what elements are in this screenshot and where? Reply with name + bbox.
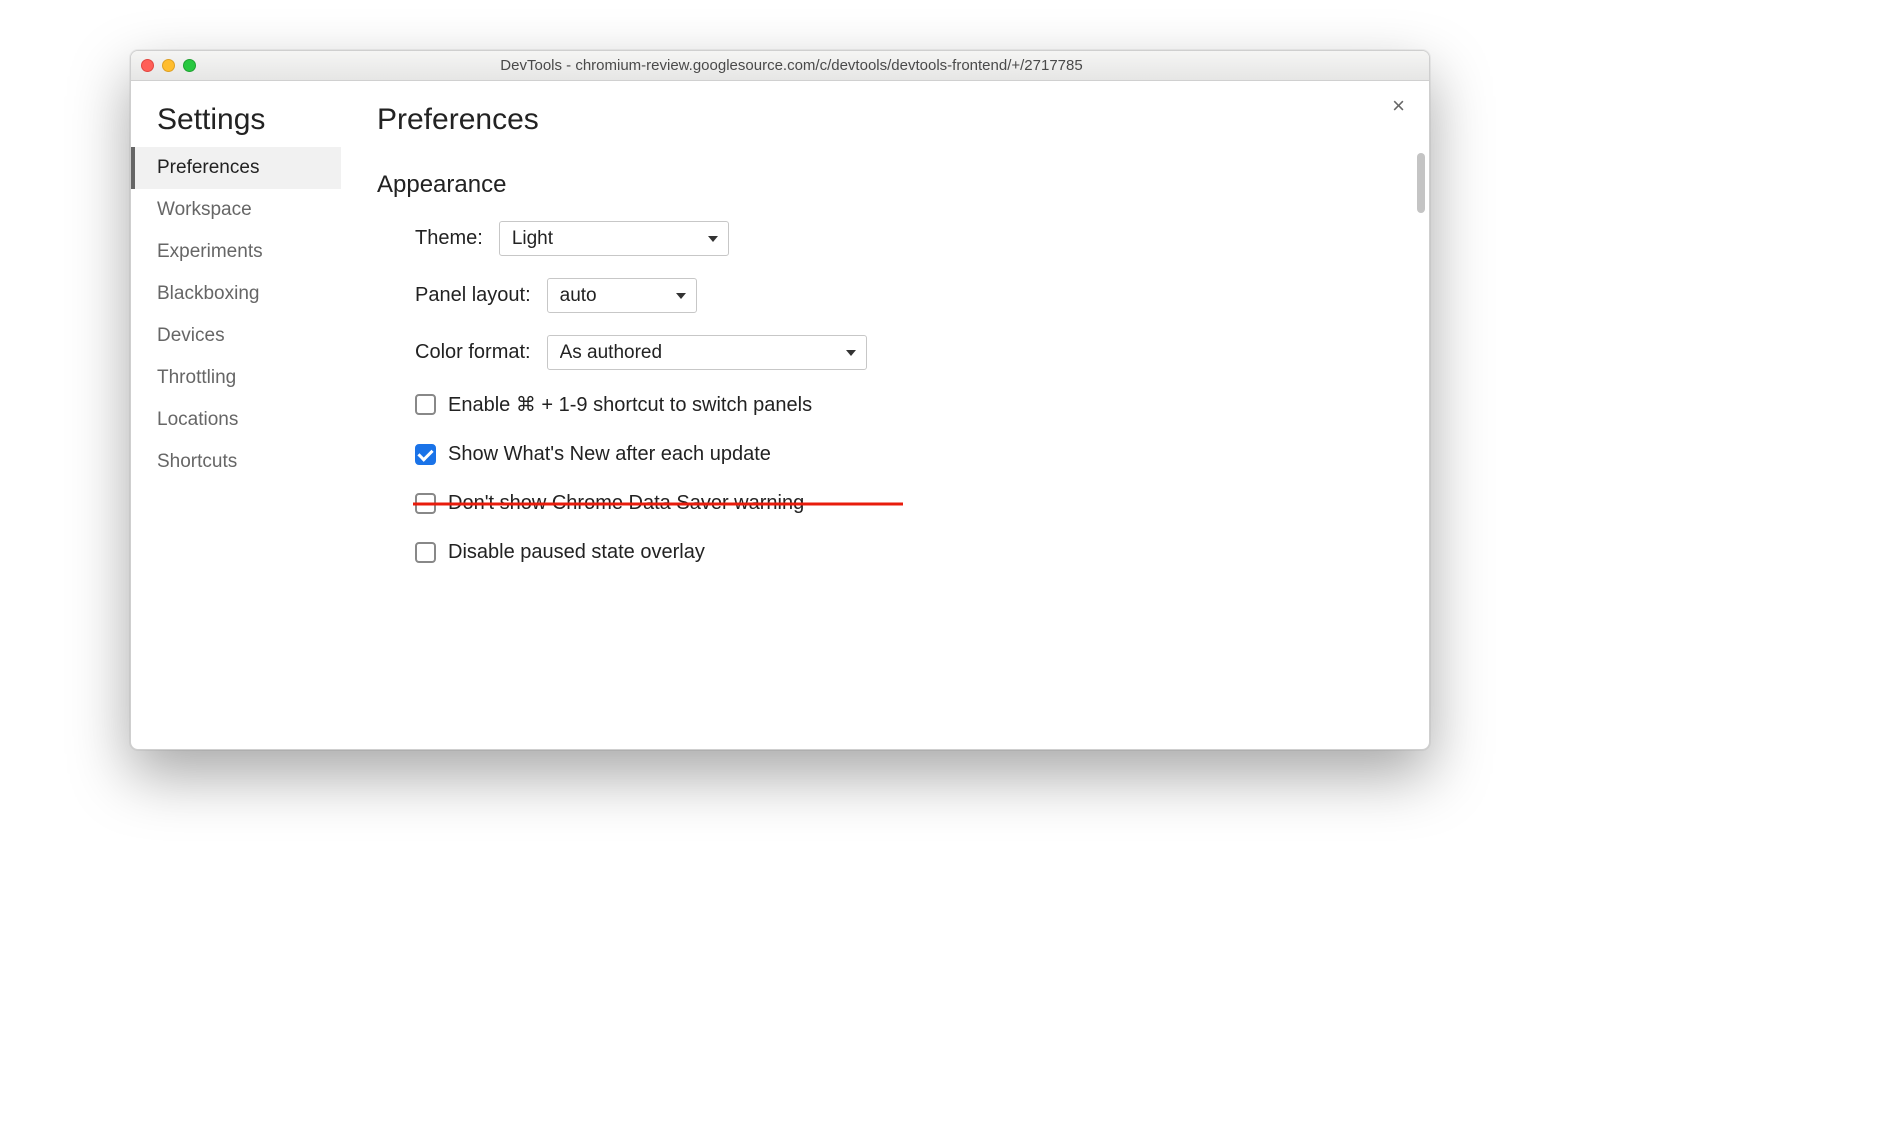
preferences-panel: Preferences Appearance Theme: Light Pane…: [341, 81, 1429, 749]
checkbox-whats-new[interactable]: Show What's New after each update: [415, 443, 1389, 466]
app-window: DevTools - chromium-review.googlesource.…: [130, 50, 1430, 750]
checkbox-data-saver[interactable]: Don't show Chrome Data Saver warning: [415, 492, 1389, 515]
theme-label: Theme:: [415, 227, 483, 250]
content: × Settings Preferences Workspace Experim…: [131, 81, 1429, 749]
checkbox-icon[interactable]: [415, 394, 436, 415]
checkbox-enable-shortcut[interactable]: Enable ⌘ + 1-9 shortcut to switch panels: [415, 392, 1389, 417]
zoom-window-icon[interactable]: [183, 59, 196, 72]
window-controls: [141, 59, 196, 72]
sidebar-heading: Settings: [135, 103, 341, 147]
scrollbar[interactable]: [1417, 153, 1425, 213]
sidebar-item-locations[interactable]: Locations: [131, 399, 341, 441]
checkbox-label: Disable paused state overlay: [448, 541, 705, 564]
sidebar-item-preferences[interactable]: Preferences: [131, 147, 341, 189]
color-format-row: Color format: As authored: [415, 335, 1389, 370]
sidebar-item-experiments[interactable]: Experiments: [131, 231, 341, 273]
sidebar-item-blackboxing[interactable]: Blackboxing: [131, 273, 341, 315]
checkbox-label: Show What's New after each update: [448, 443, 771, 466]
sidebar-item-throttling[interactable]: Throttling: [131, 357, 341, 399]
close-window-icon[interactable]: [141, 59, 154, 72]
minimize-window-icon[interactable]: [162, 59, 175, 72]
panel-layout-label: Panel layout:: [415, 284, 531, 307]
checkbox-label: Enable ⌘ + 1-9 shortcut to switch panels: [448, 392, 812, 417]
section-appearance-title: Appearance: [377, 171, 1389, 199]
panel-layout-row: Panel layout: auto: [415, 278, 1389, 313]
color-format-select[interactable]: As authored: [547, 335, 867, 370]
settings-sidebar: Settings Preferences Workspace Experimen…: [131, 81, 341, 749]
sidebar-item-devices[interactable]: Devices: [131, 315, 341, 357]
checkbox-icon[interactable]: [415, 444, 436, 465]
panel-layout-select[interactable]: auto: [547, 278, 697, 313]
checkbox-icon[interactable]: [415, 542, 436, 563]
sidebar-item-workspace[interactable]: Workspace: [131, 189, 341, 231]
sidebar-item-shortcuts[interactable]: Shortcuts: [131, 441, 341, 483]
strikethrough-annotation: [413, 502, 903, 505]
window-title: DevTools - chromium-review.googlesource.…: [204, 57, 1419, 74]
color-format-label: Color format:: [415, 341, 531, 364]
page-title: Preferences: [377, 103, 1389, 137]
theme-row: Theme: Light: [415, 221, 1389, 256]
theme-select[interactable]: Light: [499, 221, 729, 256]
checkbox-disable-paused-overlay[interactable]: Disable paused state overlay: [415, 541, 1389, 564]
titlebar: DevTools - chromium-review.googlesource.…: [131, 51, 1429, 81]
